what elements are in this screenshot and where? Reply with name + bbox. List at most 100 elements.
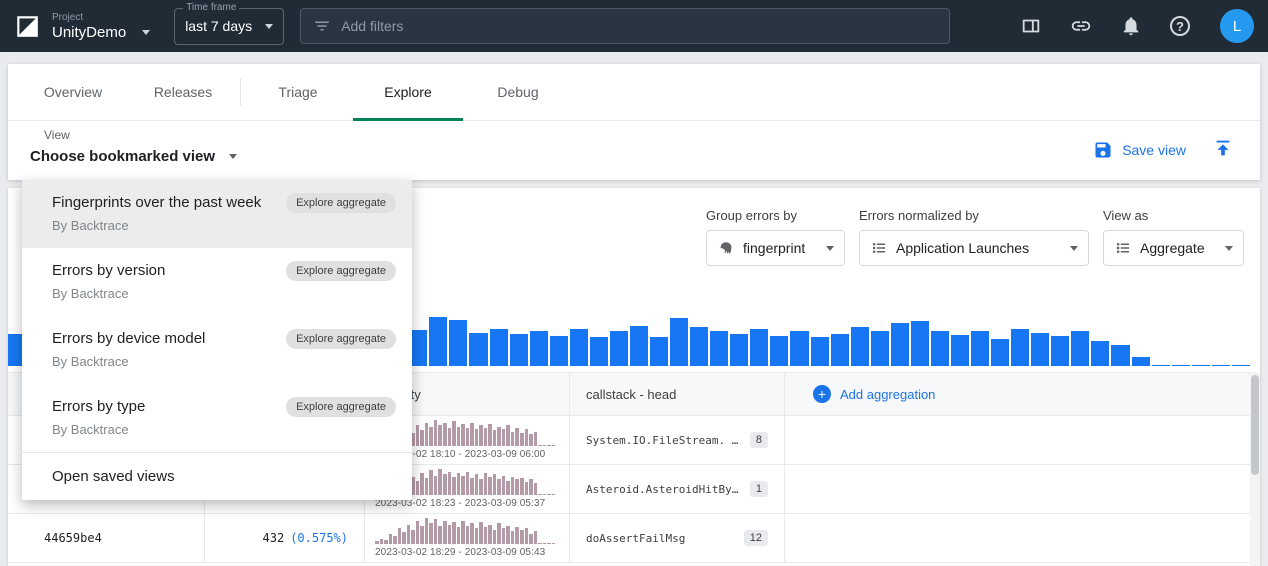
sparkline-bar bbox=[529, 479, 533, 495]
chart-bar[interactable] bbox=[750, 329, 768, 366]
timeframe-selector[interactable]: Time frame last 7 days bbox=[174, 8, 284, 45]
sparkline-bar bbox=[515, 428, 519, 446]
scroll-to-top-icon[interactable] bbox=[1212, 137, 1234, 159]
chart-bar[interactable] bbox=[730, 334, 748, 366]
control-group-view-as: View asAggregate bbox=[1103, 208, 1244, 266]
chart-bar[interactable] bbox=[831, 334, 849, 366]
chart-bar[interactable] bbox=[550, 336, 568, 366]
chevron-down-icon bbox=[1225, 246, 1233, 251]
chart-bar[interactable] bbox=[1192, 365, 1210, 367]
menu-item-badge: Explore aggregate bbox=[286, 329, 396, 349]
callstack-cell[interactable]: doAssertFailMsg12 bbox=[570, 514, 785, 562]
sparkline-bar bbox=[411, 530, 415, 544]
chart-bar[interactable] bbox=[449, 320, 467, 366]
link-icon[interactable] bbox=[1070, 15, 1092, 37]
callstack-cell[interactable]: System.IO.FileStream. …8 bbox=[570, 416, 785, 464]
chart-bar[interactable] bbox=[690, 327, 708, 366]
chart-bar[interactable] bbox=[931, 331, 949, 366]
chart-bar[interactable] bbox=[1132, 357, 1150, 366]
layout-icon[interactable] bbox=[1020, 15, 1042, 37]
callstack-cell[interactable]: Asteroid.AsteroidHitBy…1 bbox=[570, 465, 785, 513]
chart-bar[interactable] bbox=[630, 326, 648, 366]
save-icon[interactable] bbox=[1093, 140, 1113, 160]
tab-group-divider bbox=[240, 78, 241, 106]
chart-bar[interactable] bbox=[951, 335, 969, 366]
chart-bar[interactable] bbox=[570, 329, 588, 366]
open-saved-views-item[interactable]: Open saved views bbox=[22, 452, 412, 500]
chart-bar[interactable] bbox=[1071, 331, 1089, 366]
sparkline-bar bbox=[547, 543, 551, 544]
chart-bar[interactable] bbox=[670, 318, 688, 366]
vertical-scrollbar[interactable] bbox=[1250, 372, 1260, 566]
chart-bar[interactable] bbox=[851, 327, 869, 366]
bookmarked-views-menu: Fingerprints over the past weekExplore a… bbox=[22, 180, 412, 500]
chart-bar[interactable] bbox=[710, 331, 728, 366]
list-icon bbox=[1114, 239, 1132, 257]
chart-bar[interactable] bbox=[1051, 336, 1069, 366]
chart-bar[interactable] bbox=[1111, 345, 1129, 366]
group-errors-by-select[interactable]: fingerprint bbox=[706, 230, 845, 266]
chart-bar[interactable] bbox=[1091, 341, 1109, 366]
sparkline-bar bbox=[493, 474, 497, 495]
filters-input[interactable] bbox=[341, 18, 937, 34]
tab-triage[interactable]: Triage bbox=[243, 64, 353, 120]
save-view-button[interactable]: Save view bbox=[1122, 142, 1186, 158]
menu-item-subtitle: By Backtrace bbox=[52, 285, 396, 303]
sparkline-bar bbox=[475, 528, 479, 544]
chart-bar[interactable] bbox=[811, 337, 829, 366]
activity-date-range: 2023-03-02 18:29 - 2023-03-09 05:43 bbox=[375, 547, 545, 558]
chart-bar[interactable] bbox=[1212, 365, 1230, 367]
tab-overview[interactable]: Overview bbox=[18, 64, 128, 120]
chart-bar[interactable] bbox=[650, 337, 668, 366]
column-header-callstack-head[interactable]: callstack - head bbox=[570, 373, 785, 415]
chart-bar[interactable] bbox=[1011, 329, 1029, 366]
chevron-down-icon bbox=[229, 154, 237, 159]
chart-bar[interactable] bbox=[1152, 365, 1170, 367]
chart-bar[interactable] bbox=[530, 331, 548, 366]
bookmark-item-errors-by-version[interactable]: Errors by versionExplore aggregateBy Bac… bbox=[22, 248, 412, 316]
chart-bar[interactable] bbox=[790, 331, 808, 366]
sparkline-bar bbox=[461, 476, 465, 496]
tab-debug[interactable]: Debug bbox=[463, 64, 573, 120]
sparkline-bar bbox=[438, 469, 442, 495]
backtrace-logo bbox=[14, 13, 40, 39]
project-selector[interactable]: Project UnityDemo bbox=[52, 11, 150, 42]
chevron-down-icon bbox=[826, 246, 834, 251]
sparkline-bar bbox=[515, 527, 519, 544]
chart-bar[interactable] bbox=[891, 323, 909, 366]
bookmarked-view-selector[interactable]: Choose bookmarked view bbox=[30, 148, 237, 165]
chart-bar[interactable] bbox=[1031, 333, 1049, 366]
table-row[interactable]: 44659be4432(0.575%) 2023-03-02 18:29 - 20… bbox=[8, 514, 1252, 563]
chart-bar[interactable] bbox=[469, 333, 487, 366]
view-as-select[interactable]: Aggregate bbox=[1103, 230, 1244, 266]
chart-bar[interactable] bbox=[871, 331, 889, 366]
tab-releases[interactable]: Releases bbox=[128, 64, 238, 120]
chart-bar[interactable] bbox=[610, 331, 628, 366]
bookmark-item-errors-by-device-model[interactable]: Errors by device modelExplore aggregateB… bbox=[22, 316, 412, 384]
sparkline-bar bbox=[416, 425, 420, 446]
bookmark-item-errors-by-type[interactable]: Errors by typeExplore aggregateBy Backtr… bbox=[22, 384, 412, 452]
chart-bar[interactable] bbox=[490, 329, 508, 366]
avatar[interactable]: L bbox=[1220, 9, 1254, 43]
chart-bar[interactable] bbox=[971, 331, 989, 366]
tab-explore[interactable]: Explore bbox=[353, 64, 463, 120]
chart-bar[interactable] bbox=[1172, 365, 1190, 367]
help-icon[interactable] bbox=[1170, 16, 1190, 36]
errors-cell: 432(0.575%) bbox=[205, 514, 365, 562]
filters-bar[interactable] bbox=[300, 8, 950, 44]
timeframe-label: Time frame bbox=[183, 2, 239, 13]
scrollbar-thumb[interactable] bbox=[1251, 375, 1259, 475]
bell-icon[interactable] bbox=[1120, 15, 1142, 37]
chart-bar[interactable] bbox=[590, 337, 608, 366]
chart-bar[interactable] bbox=[911, 321, 929, 366]
chart-bar[interactable] bbox=[770, 336, 788, 366]
add-aggregation-button[interactable]: Add aggregation bbox=[785, 373, 1252, 415]
chart-bar[interactable] bbox=[510, 334, 528, 366]
fingerprint-cell[interactable]: 44659be4 bbox=[8, 514, 205, 562]
chart-bar[interactable] bbox=[991, 339, 1009, 366]
errors-normalized-by-select[interactable]: Application Launches bbox=[859, 230, 1089, 266]
bookmark-item-fingerprints-over-the-past-week[interactable]: Fingerprints over the past weekExplore a… bbox=[22, 180, 412, 248]
chart-bar[interactable] bbox=[429, 317, 447, 366]
sparkline-bar bbox=[407, 525, 411, 545]
chart-bar[interactable] bbox=[1232, 365, 1250, 367]
